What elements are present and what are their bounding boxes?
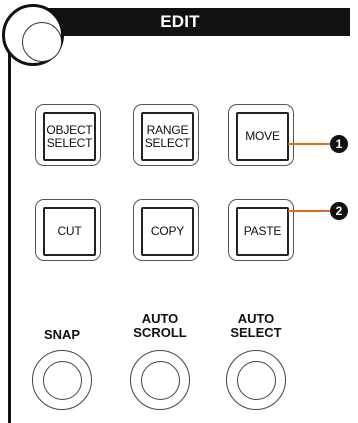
move-label: MOVE	[236, 112, 289, 161]
edit-section-title: EDIT	[160, 12, 200, 31]
auto-select-button-center	[237, 361, 276, 400]
callout-badge-2: 2	[330, 202, 348, 220]
move-button[interactable]: MOVE	[228, 104, 294, 166]
auto-scroll-button[interactable]	[130, 350, 190, 410]
paste-label: PASTE	[236, 207, 289, 256]
auto-scroll-button-center	[141, 361, 180, 400]
cut-button[interactable]: CUT	[35, 199, 101, 261]
copy-button[interactable]: COPY	[133, 199, 199, 261]
callout-line-paste	[288, 210, 332, 212]
range-select-label: RANGE SELECT	[141, 112, 194, 161]
cut-label: CUT	[43, 207, 96, 256]
snap-button-center	[43, 361, 82, 400]
panel-frame-line	[8, 40, 11, 423]
corner-knob-center	[22, 22, 62, 62]
snap-button[interactable]	[32, 350, 92, 410]
auto-select-label: AUTO SELECT	[230, 311, 282, 340]
copy-label: COPY	[141, 207, 194, 256]
object-select-label: OBJECT SELECT	[43, 112, 96, 161]
snap-label: SNAP	[43, 327, 81, 342]
callout-badge-1: 1	[330, 135, 348, 153]
auto-scroll-label: AUTO SCROLL	[133, 311, 187, 340]
paste-button[interactable]: PASTE	[228, 199, 294, 261]
range-select-button[interactable]: RANGE SELECT	[133, 104, 199, 166]
object-select-button[interactable]: OBJECT SELECT	[35, 104, 101, 166]
auto-select-button[interactable]	[226, 350, 286, 410]
callout-line-move	[288, 143, 332, 145]
